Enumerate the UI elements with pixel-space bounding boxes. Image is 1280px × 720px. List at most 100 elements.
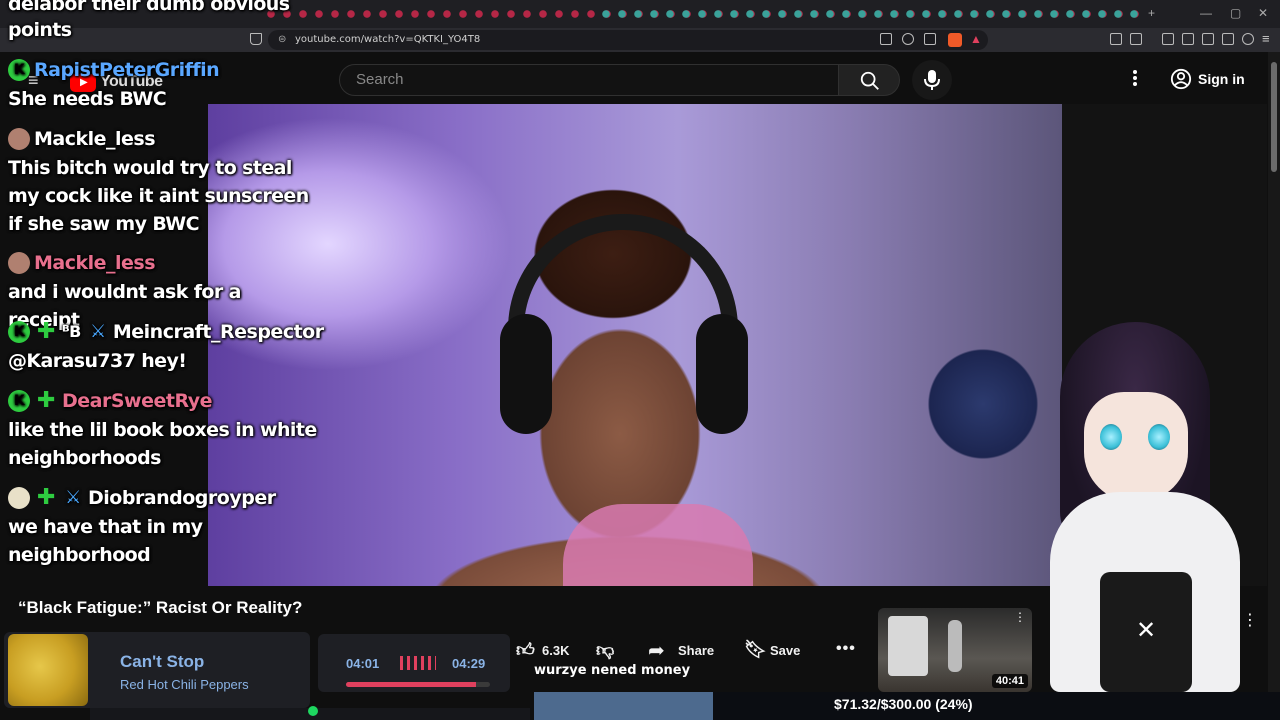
police-car: [888, 616, 928, 676]
maximize-icon[interactable]: ▢: [1230, 6, 1241, 20]
shirt: [563, 504, 753, 586]
caption-line-2: points: [8, 19, 72, 41]
avatar-eye-left: [1100, 424, 1122, 450]
video-title: “Black Fatigue:” Racist Or Reality?: [18, 598, 303, 617]
thumbnail-options-icon[interactable]: ⋮: [1014, 610, 1026, 624]
chat-username: ✚ ⚔ Diobrandogroyper: [8, 483, 276, 512]
like-button[interactable]: 👍︎ 6.3K: [516, 636, 580, 664]
k-badge-icon: K: [8, 58, 30, 81]
song-progress-fill: [346, 682, 476, 687]
song-current-time: 04:01: [346, 656, 380, 671]
chat-message: like the lil book boxes in white neighbo…: [8, 419, 317, 469]
tab-favicons-group[interactable]: [600, 8, 1145, 20]
screenshot-icon[interactable]: [1130, 33, 1142, 45]
song-title: Can't Stop: [120, 652, 205, 671]
close-window-icon[interactable]: ✕: [1258, 6, 1268, 20]
extensions-icon[interactable]: [1110, 33, 1122, 45]
user-avatar-icon: [8, 251, 30, 274]
song-timer-widget: 04:01 04:29: [318, 634, 510, 692]
avatar-corset: ✕: [1100, 572, 1192, 692]
pip-icon[interactable]: [880, 33, 892, 45]
share-label: Share: [678, 643, 715, 658]
sword-badge-icon: ⚔: [90, 320, 106, 342]
audio-visualizer: [400, 656, 436, 670]
emote-badge-icon: [8, 486, 30, 509]
chat-message: @Karasu737 hey!: [8, 350, 187, 372]
k-badge-icon: K: [8, 320, 30, 343]
page-scrollbar[interactable]: [1268, 52, 1280, 692]
avatar-dress: ✕: [1050, 492, 1240, 692]
headphones-left-cup: [500, 314, 552, 434]
search-input[interactable]: [356, 71, 816, 88]
album-art: [8, 634, 88, 706]
k-badge-icon: K: [8, 389, 30, 412]
save-icon: 🔖︎: [744, 639, 767, 659]
chat-username: K ✚ ᴮB ⚔ Meincraft_Respector: [8, 317, 324, 346]
sword-badge-icon: ⚔: [65, 486, 81, 508]
avatar-eye-right: [1148, 424, 1170, 450]
stream-overlay-text: wurzye nened money: [534, 663, 691, 678]
chat-username: K ✚ DearSweetRye: [8, 386, 213, 415]
minimize-icon[interactable]: —: [1200, 6, 1212, 20]
chat-username: Mackle_less: [8, 248, 156, 277]
donation-goal-text: $71.32/$300.00 (24%): [834, 696, 973, 712]
corset-lacing-icon: ✕: [1136, 617, 1157, 644]
like-count: 6.3K: [542, 643, 570, 658]
zoom-icon[interactable]: [902, 33, 914, 45]
video-duration: 40:41: [991, 674, 1028, 688]
media-icon[interactable]: [1162, 33, 1174, 45]
taskbar: [90, 706, 530, 720]
dislike-button[interactable]: 👎︎: [594, 636, 622, 664]
user-avatar-icon: [8, 127, 30, 150]
spotify-taskbar-icon[interactable]: [308, 706, 318, 716]
scroll-thumb[interactable]: [1271, 62, 1277, 172]
sign-in-button[interactable]: Sign in: [1164, 62, 1252, 96]
rewards-icon[interactable]: ▲: [970, 32, 982, 46]
search-box[interactable]: [339, 64, 839, 96]
chat-username: K RapistPeterGriffin: [8, 55, 220, 84]
search-button[interactable]: [838, 64, 900, 96]
downloads-icon[interactable]: [1222, 33, 1234, 45]
sign-in-label: Sign in: [1198, 71, 1245, 87]
vtuber-avatar: ✕: [1040, 322, 1260, 692]
b-badge-icon: ᴮB: [62, 322, 81, 341]
song-progress-bar: [346, 682, 490, 687]
brave-shield-icon[interactable]: [948, 33, 962, 47]
thumbs-down-icon: 👎︎: [596, 640, 615, 660]
now-playing-widget: Can't Stop Red Hot Chili Peppers: [4, 632, 310, 708]
song-artist: Red Hot Chili Peppers: [120, 677, 249, 692]
new-tab-icon[interactable]: +: [1148, 6, 1155, 20]
donation-goal-fill: [534, 692, 714, 720]
share-icon: ➦: [648, 640, 665, 662]
avatar-face: [1084, 392, 1188, 502]
menu-icon[interactable]: ≡: [1262, 31, 1270, 46]
sidebar-icon[interactable]: [1182, 33, 1194, 45]
plus-badge-icon: ✚: [37, 387, 55, 413]
account-icon: [1170, 68, 1192, 90]
search-icon: [860, 71, 879, 90]
vpn-icon[interactable]: [1242, 33, 1254, 45]
settings-menu-button[interactable]: [1126, 68, 1144, 90]
voice-search-button[interactable]: [912, 60, 952, 100]
save-label: Save: [770, 643, 801, 658]
plus-badge-icon: ✚: [37, 318, 55, 344]
person-figure: [948, 620, 962, 672]
share-page-icon[interactable]: [924, 33, 936, 45]
song-total-time: 04:29: [452, 656, 486, 671]
save-button[interactable]: 🔖︎ Save: [744, 636, 810, 664]
chat-username: Mackle_less: [8, 124, 156, 153]
background-plant: [928, 334, 1038, 474]
video-player[interactable]: [208, 104, 1062, 586]
thumbs-up-icon: 👍︎: [516, 640, 535, 660]
recommended-video-thumbnail[interactable]: 40:41: [878, 608, 1032, 692]
plus-badge-icon: ✚: [37, 484, 55, 510]
more-icon: •••: [836, 640, 856, 657]
chat-message: This bitch would try to steal my cock li…: [8, 157, 309, 235]
wallet-icon[interactable]: [1202, 33, 1214, 45]
chat-message: She needs BWC: [8, 88, 167, 110]
microphone-icon: [924, 70, 940, 90]
share-button[interactable]: ➦ Share: [648, 636, 728, 664]
url-text: youtube.com/watch?v=QKTKI_YO4T8: [295, 34, 481, 45]
more-actions-button[interactable]: •••: [836, 636, 860, 664]
chat-message: we have that in my neighborhood: [8, 516, 203, 566]
